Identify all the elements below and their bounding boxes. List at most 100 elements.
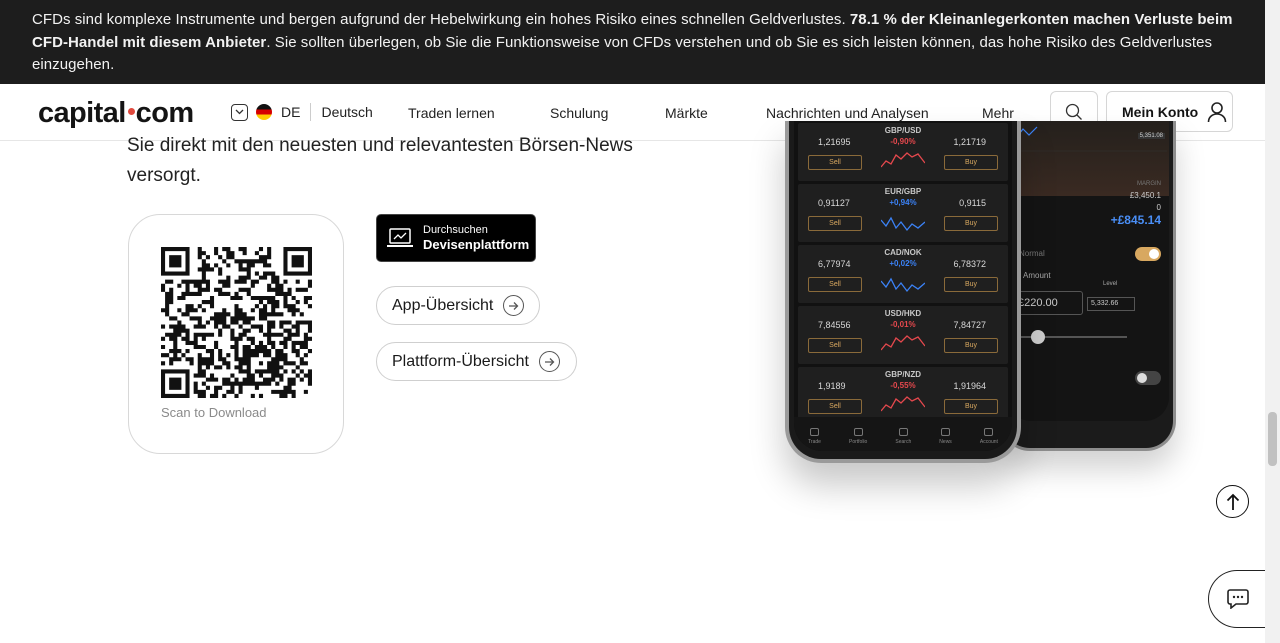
arrow-up-icon <box>1226 493 1239 510</box>
language-divider <box>310 103 312 121</box>
back-margin-label: MARGIN <box>1137 181 1161 187</box>
back-toggle-on <box>1135 247 1161 261</box>
browse-platform-button[interactable]: Durchsuchen Devisenplattform <box>376 214 536 262</box>
buy-button[interactable]: Buy <box>944 216 998 231</box>
buy-price: 0,9115 <box>959 198 986 208</box>
tab-icon <box>809 427 819 436</box>
back-price-tag: 5,351.08 <box>1137 133 1165 139</box>
tab-icon <box>853 427 863 436</box>
arrow-right-icon <box>538 351 560 372</box>
phone-back: 5,351.08 MARGIN £3,450.1 0 +£845.14 Norm… <box>1000 121 1176 451</box>
chat-icon <box>1226 589 1249 609</box>
app-overview-label: App-Übersicht <box>392 296 494 314</box>
forex-pair-row[interactable]: GBP/USD -0,90% 1,21695 1,21719 Sell Buy <box>798 123 1008 181</box>
qr-finder-center <box>169 377 182 390</box>
tab-icon <box>898 427 908 436</box>
sell-price: 6,77974 <box>818 259 851 269</box>
qr-finder-center <box>291 255 304 268</box>
back-to-top-button[interactable] <box>1216 485 1249 518</box>
forex-pair-row[interactable]: CAD/NOK +0,02% 6,77974 6,78372 Sell Buy <box>798 245 1008 303</box>
intro-text: Sie direkt mit den neuesten und relevant… <box>127 135 633 186</box>
platform-overview-link[interactable]: Plattform-Übersicht <box>376 342 577 381</box>
qr-finder-center <box>169 255 182 268</box>
germany-flag-icon <box>256 104 272 120</box>
risk-text-start: CFDs sind komplexe Instrumente und berge… <box>32 11 850 28</box>
sell-button[interactable]: Sell <box>808 338 862 353</box>
menu-traden-lernen[interactable]: Traden lernen <box>408 105 495 121</box>
qr-code[interactable] <box>161 247 312 398</box>
forex-pair-row[interactable]: USD/HKD -0,01% 7,84556 7,84727 Sell Buy <box>798 306 1008 364</box>
buy-button[interactable]: Buy <box>944 338 998 353</box>
page-scrollbar[interactable] <box>1265 0 1280 643</box>
menu-mehr[interactable]: Mehr <box>982 105 1014 121</box>
sell-price: 0,91127 <box>818 198 850 208</box>
pair-sparkline <box>881 152 925 168</box>
buy-button[interactable]: Buy <box>944 155 998 170</box>
language-name: Deutsch <box>321 104 373 120</box>
tab-icon <box>984 427 994 436</box>
phone-front-screen: GBP/USD -0,90% 1,21695 1,21719 Sell Buy EUR/GB… <box>794 121 1012 451</box>
laptop-icon <box>387 228 413 247</box>
back-order-type: Normal <box>1019 249 1045 258</box>
qr-download-card: Scan to Download <box>128 214 344 454</box>
buy-price: 1,21719 <box>953 137 986 147</box>
phone-mockup: 5,351.08 MARGIN £3,450.1 0 +£845.14 Norm… <box>745 121 1205 481</box>
phone-back-screen: 5,351.08 MARGIN £3,450.1 0 +£845.14 Norm… <box>1006 121 1169 421</box>
store-big-label: Devisenplattform <box>423 236 530 252</box>
pair-name: USD/HKD <box>884 309 922 318</box>
phone-tab-account[interactable]: Account <box>980 427 998 445</box>
arrow-right-icon <box>503 295 525 316</box>
logo-text-left: capital <box>38 97 126 129</box>
sell-button[interactable]: Sell <box>808 216 862 231</box>
back-toggle-off <box>1135 371 1161 385</box>
tab-icon <box>941 427 951 436</box>
sell-button[interactable]: Sell <box>808 155 862 170</box>
back-amount-value: £220.00 <box>1011 291 1083 315</box>
phone-tab-news[interactable]: News <box>939 427 952 445</box>
sell-button[interactable]: Sell <box>808 277 862 292</box>
menu-maerkte[interactable]: Märkte <box>665 105 708 121</box>
language-selector[interactable]: DE Deutsch <box>231 103 373 121</box>
back-profit: +£845.14 <box>1110 213 1161 227</box>
sell-price: 1,21695 <box>818 137 851 147</box>
app-overview-link[interactable]: App-Übersicht <box>376 286 540 325</box>
capital-com-logo[interactable]: capital com <box>38 97 194 130</box>
back-amount-label: Amount <box>1023 271 1051 280</box>
logo-text-right: com <box>135 97 194 129</box>
back-level-label: Level <box>1103 281 1118 287</box>
back-slider-track <box>1007 336 1127 338</box>
user-icon <box>1207 101 1227 122</box>
language-code: DE <box>281 104 301 120</box>
sell-button[interactable]: Sell <box>808 399 862 414</box>
sell-price: 1,9189 <box>818 381 846 391</box>
pair-sparkline <box>881 396 925 412</box>
phone-front: GBP/USD -0,90% 1,21695 1,21719 Sell Buy EUR/GB… <box>785 121 1021 463</box>
scrollbar-thumb[interactable] <box>1268 412 1277 466</box>
risk-warning-banner: CFDs sind komplexe Instrumente und berge… <box>0 0 1265 84</box>
phone-tab-portfolio[interactable]: Portfolio <box>849 427 867 445</box>
logo-dot <box>127 108 135 116</box>
forex-pair-row[interactable]: EUR/GBP +0,94% 0,91127 0,9115 Sell Buy <box>798 184 1008 242</box>
buy-price: 7,84727 <box>953 320 986 330</box>
sell-price: 7,84556 <box>818 320 851 330</box>
buy-button[interactable]: Buy <box>944 277 998 292</box>
search-icon <box>1065 103 1082 120</box>
phone-tab-search[interactable]: Search <box>895 427 911 445</box>
back-slider-thumb <box>1031 330 1045 344</box>
phone-tabbar: Trade Portfolio Search News Account <box>794 417 1012 451</box>
platform-overview-label: Plattform-Übersicht <box>392 352 529 370</box>
pair-name: CAD/NOK <box>884 248 922 257</box>
qr-caption: Scan to Download <box>161 405 267 420</box>
pair-name: GBP/NZD <box>885 370 921 379</box>
phone-tab-trade[interactable]: Trade <box>808 427 821 445</box>
buy-button[interactable]: Buy <box>944 399 998 414</box>
chevron-down-icon <box>231 103 248 121</box>
buy-price: 6,78372 <box>953 259 986 269</box>
pair-sparkline <box>881 277 925 293</box>
menu-schulung[interactable]: Schulung <box>550 105 608 121</box>
store-small-label: Durchsuchen <box>423 223 488 236</box>
buy-price: 1,91964 <box>953 381 986 391</box>
account-label: Mein Konto <box>1122 103 1199 120</box>
pair-sparkline <box>881 216 925 232</box>
menu-nachrichten-analysen[interactable]: Nachrichten und Analysen <box>766 105 929 121</box>
